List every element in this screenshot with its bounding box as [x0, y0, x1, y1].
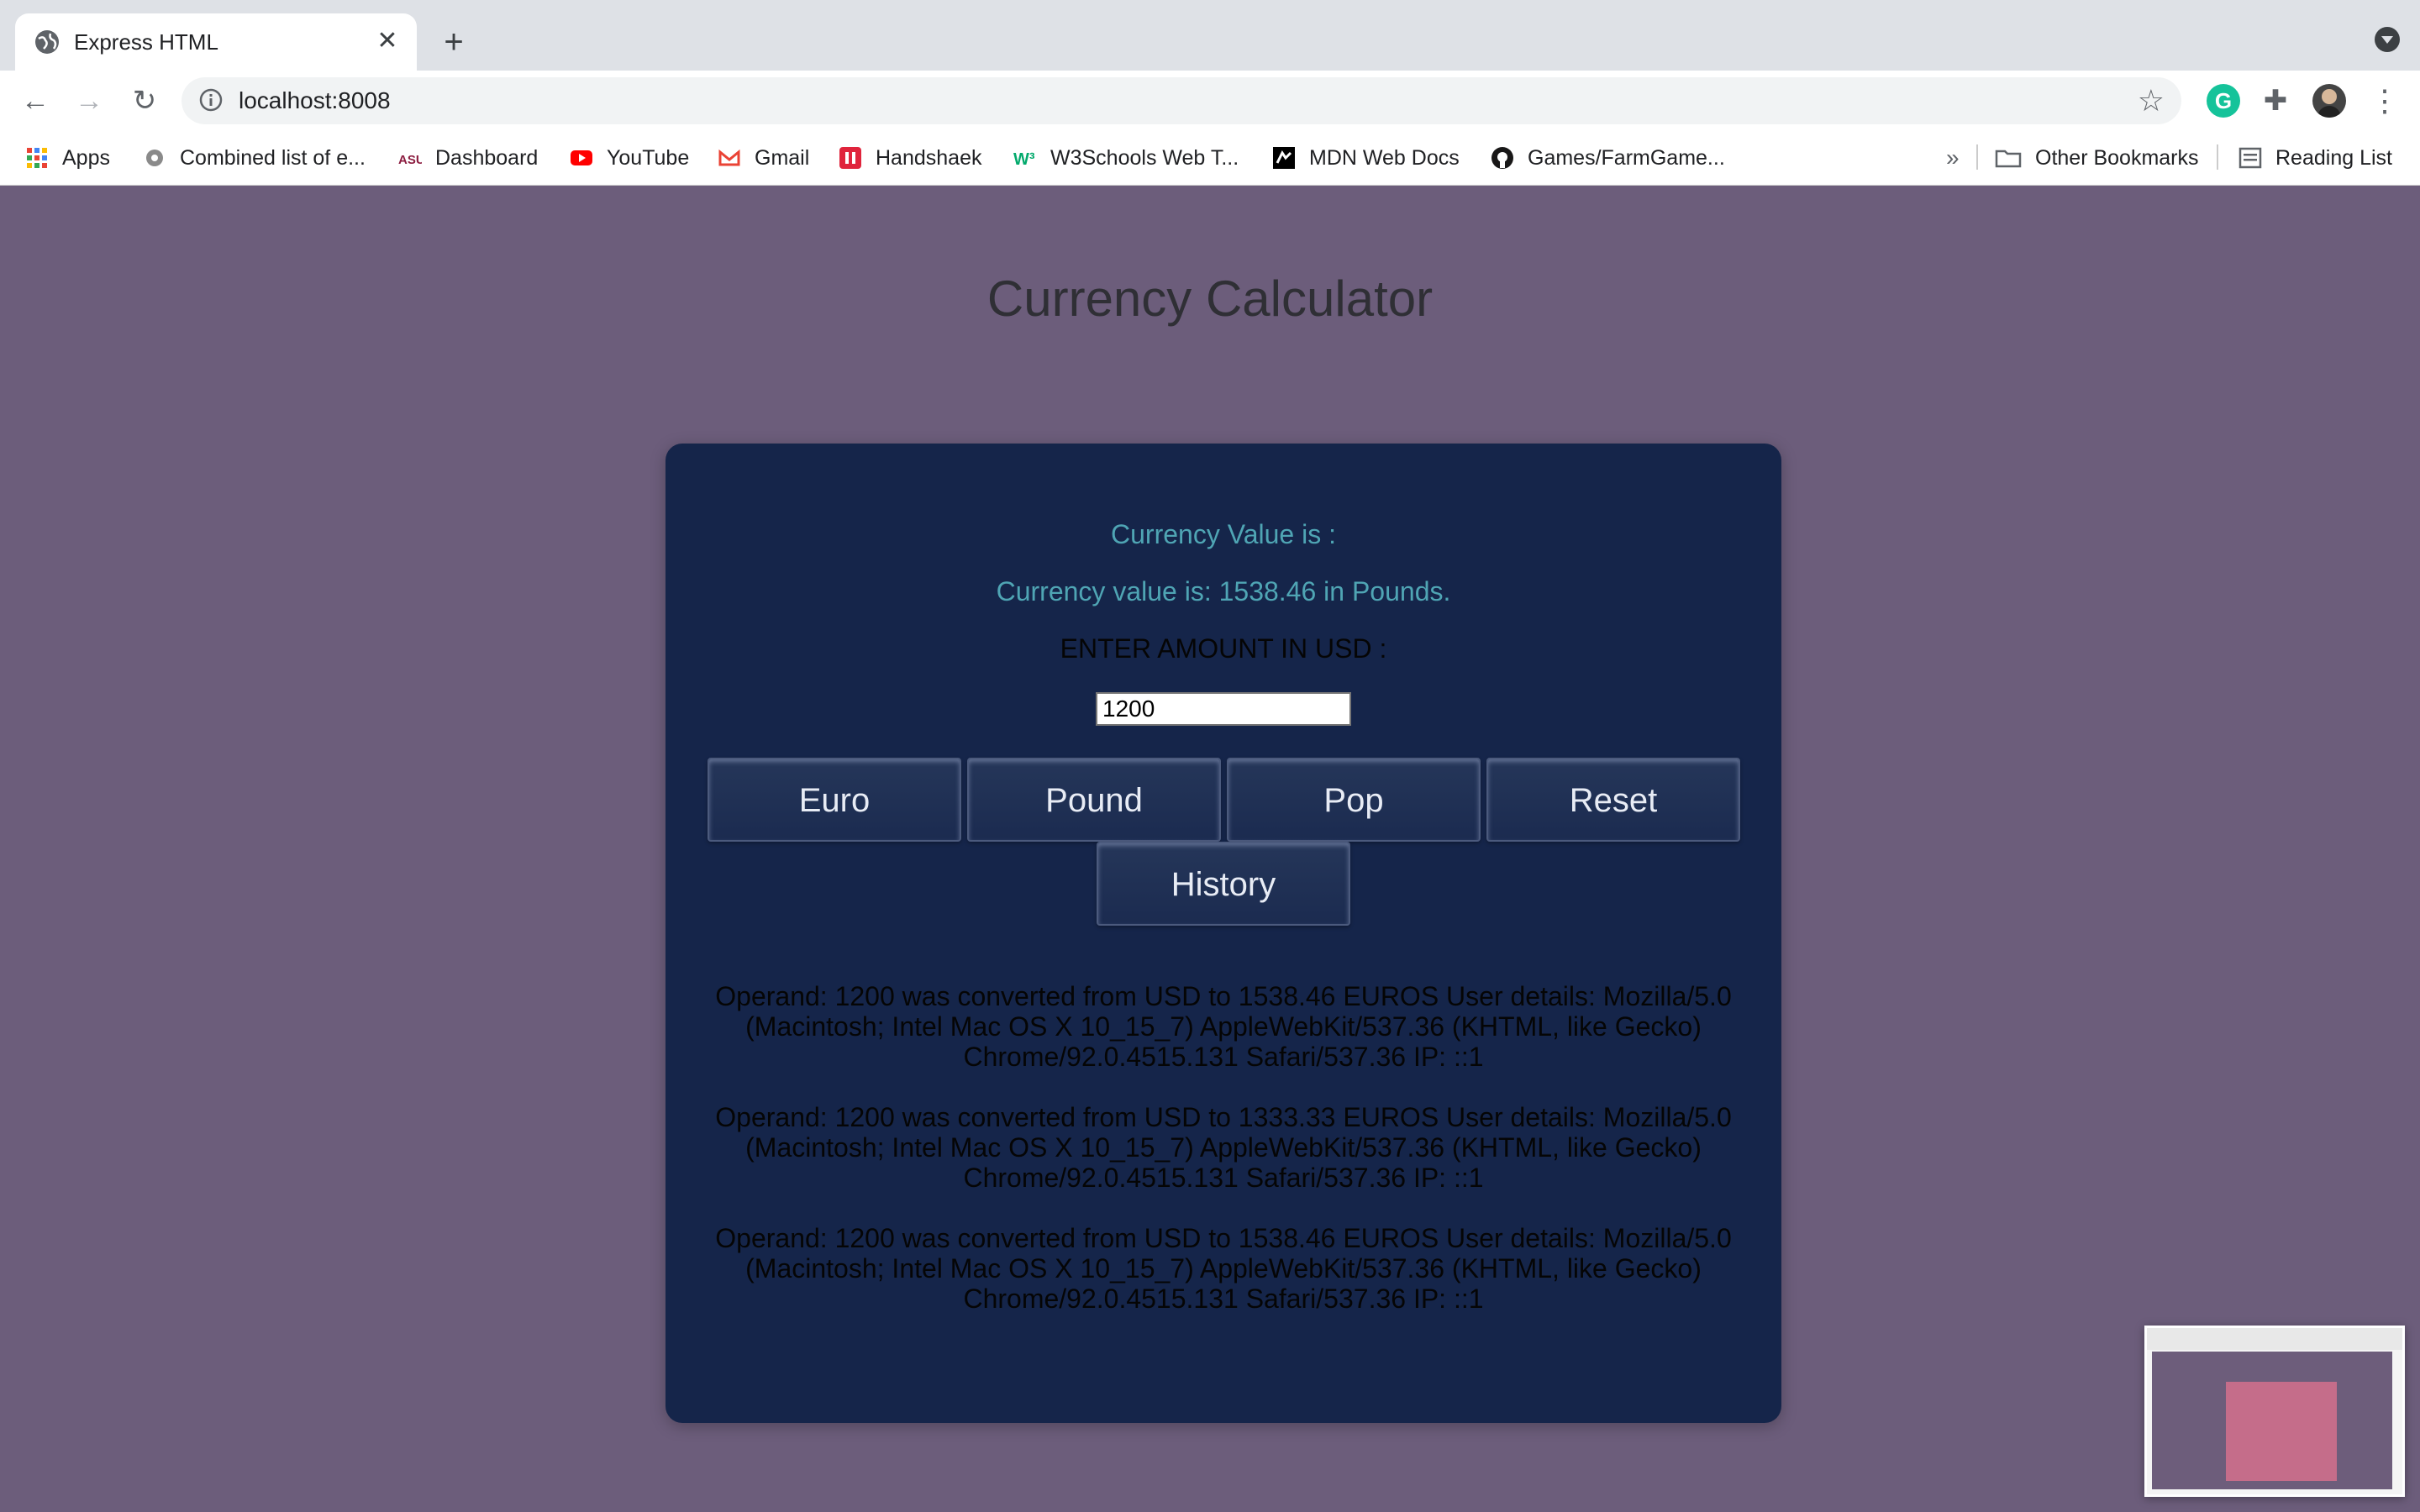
tab-strip: Express HTML ✕ + [0, 0, 2420, 71]
bookmark-gmail[interactable]: Gmail [718, 143, 809, 173]
bookmark-handshaek[interactable]: Handshaek [839, 143, 981, 173]
calculator-card: Currency Value is : Currency value is: 1… [666, 444, 1781, 1423]
folder-icon [1995, 150, 2022, 168]
history-entry: Operand: 1200 was converted from USD to … [715, 981, 1732, 1072]
handshake-icon [839, 147, 861, 169]
bookmarks-overflow-icon[interactable]: » [1946, 143, 1960, 173]
svg-text:ASU: ASU [398, 153, 422, 167]
extensions-icon[interactable]: ✚ [2259, 84, 2292, 118]
reload-icon[interactable]: ↻ [126, 82, 163, 119]
bookmark-apps[interactable]: Apps [25, 143, 110, 173]
youtube-icon [571, 150, 592, 165]
bookmark-dashboard[interactable]: ASU Dashboard [398, 143, 538, 173]
currency-label: Currency Value is : [1111, 519, 1336, 549]
tab-title: Express HTML [74, 29, 218, 55]
thumbnail-page [2152, 1352, 2392, 1489]
bookmark-youtube[interactable]: YouTube [570, 143, 689, 173]
history-entry: Operand: 1200 was converted from USD to … [715, 1102, 1732, 1193]
bookmark-mdn[interactable]: MDN Web Docs [1272, 143, 1460, 173]
bookmark-icon [146, 150, 163, 166]
browser-toolbar: ← → ↻ localhost:8008 ☆ G ✚ ⋮ [0, 71, 2420, 129]
bookmark-star-icon[interactable]: ☆ [2138, 84, 2165, 118]
pop-button[interactable]: Pop [1227, 758, 1481, 842]
grammarly-icon[interactable]: G [2207, 84, 2240, 118]
address-bar[interactable]: localhost:8008 ☆ [182, 77, 2181, 124]
avatar[interactable] [2312, 84, 2346, 118]
bookmarks-bar: Apps Combined list of e... ASU Dashboard… [0, 129, 2420, 186]
currency-result: Currency value is: 1538.46 in Pounds. [996, 576, 1451, 606]
url-text: localhost:8008 [239, 87, 391, 113]
reset-button[interactable]: Reset [1486, 758, 1740, 842]
new-tab-icon[interactable]: + [437, 25, 471, 59]
browser-tab[interactable]: Express HTML ✕ [15, 13, 417, 71]
pound-button[interactable]: Pound [967, 758, 1221, 842]
amount-input[interactable] [1096, 692, 1351, 726]
forward-icon[interactable]: → [71, 82, 108, 119]
tab-search-icon[interactable] [2375, 27, 2400, 52]
thumbnail-card [2226, 1382, 2337, 1481]
apps-grid-icon [27, 148, 47, 168]
mdn-icon [1273, 147, 1295, 169]
reading-list-button[interactable]: Reading List [2238, 143, 2392, 173]
more-menu-icon[interactable]: ⋮ [2368, 84, 2402, 118]
screenshot-thumbnail[interactable] [2144, 1326, 2405, 1497]
bookmark-separator [2217, 144, 2218, 170]
thumbnail-browser-bar [2147, 1328, 2402, 1350]
w3schools-icon: W³ [1013, 150, 1035, 169]
info-icon[interactable] [198, 87, 224, 113]
bookmark-combined-list[interactable]: Combined list of e... [143, 143, 366, 173]
svg-text:W³: W³ [1013, 150, 1035, 169]
github-icon [1491, 147, 1513, 169]
enter-amount-label: ENTER AMOUNT IN USD : [1060, 633, 1387, 664]
close-tab-icon[interactable]: ✕ [373, 27, 402, 55]
globe-icon [35, 30, 59, 54]
asu-icon: ASU [398, 153, 422, 167]
page-title: Currency Calculator [986, 270, 1434, 327]
bookmark-separator [1976, 144, 1978, 170]
bookmark-github[interactable]: Games/FarmGame... [1491, 143, 1725, 173]
euro-button[interactable]: Euro [708, 758, 961, 842]
history-entry: Operand: 1200 was converted from USD to … [715, 1223, 1732, 1314]
history-button[interactable]: History [1097, 842, 1350, 926]
back-icon[interactable]: ← [17, 82, 54, 119]
reading-list-icon [2238, 147, 2262, 169]
bookmark-other-bookmarks[interactable]: Other Bookmarks [1995, 143, 2199, 173]
gmail-icon [718, 149, 740, 166]
bookmark-w3schools[interactable]: W³ W3Schools Web T... [1013, 143, 1239, 173]
